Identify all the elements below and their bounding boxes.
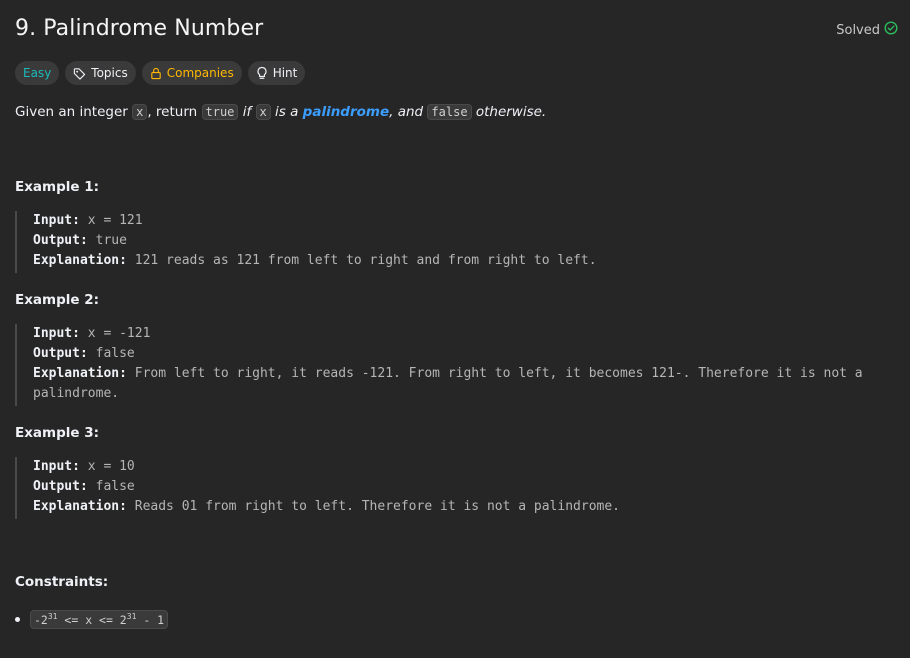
lock-icon bbox=[150, 67, 162, 80]
desc-text: Given an integer bbox=[15, 104, 133, 120]
bullet-icon bbox=[15, 616, 20, 622]
constraint-exponent: 31 bbox=[47, 612, 58, 621]
inline-code: false bbox=[427, 104, 472, 120]
inline-code: true bbox=[201, 104, 239, 120]
input-value: x = 121 bbox=[79, 213, 143, 228]
input-value: x = 10 bbox=[79, 459, 135, 474]
output-label: Output: bbox=[33, 346, 88, 361]
example-heading: Example 3: bbox=[15, 425, 100, 441]
problem-title: 9. Palindrome Number bbox=[15, 16, 264, 41]
hint-button[interactable]: Hint bbox=[247, 61, 306, 85]
hint-label: Hint bbox=[272, 66, 298, 80]
constraint-text: <= x <= 2 bbox=[57, 612, 127, 627]
constraint-text: -2 bbox=[34, 612, 48, 627]
desc-text: otherwise. bbox=[471, 104, 547, 120]
desc-text: , return bbox=[147, 104, 202, 120]
output-label: Output: bbox=[33, 233, 88, 248]
explanation-label: Explanation: bbox=[33, 253, 127, 268]
input-value: x = -121 bbox=[79, 326, 151, 341]
constraint-code: -231 <= x <= 231 - 1 bbox=[30, 610, 169, 629]
companies-label: Companies bbox=[166, 66, 234, 80]
lightbulb-icon bbox=[256, 66, 268, 80]
difficulty-badge: Easy bbox=[15, 61, 60, 85]
explanation-value: 121 reads as 121 from left to right and … bbox=[126, 253, 597, 268]
companies-button[interactable]: Companies bbox=[141, 61, 242, 85]
explanation-label: Explanation: bbox=[33, 366, 127, 381]
topics-button[interactable]: Topics bbox=[65, 61, 136, 85]
output-label: Output: bbox=[33, 479, 88, 494]
explanation-label: Explanation: bbox=[33, 499, 127, 514]
desc-text: is a bbox=[270, 104, 303, 120]
explanation-value: From left to right, it reads -121. From … bbox=[33, 366, 871, 401]
example-heading: Example 2: bbox=[15, 292, 100, 308]
input-label: Input: bbox=[33, 326, 80, 341]
example-block: Input: x = 10 Output: false Explanation:… bbox=[15, 457, 893, 519]
inline-code: x bbox=[255, 104, 271, 120]
input-label: Input: bbox=[33, 459, 80, 474]
explanation-value: Reads 01 from right to left. Therefore i… bbox=[126, 499, 621, 514]
solved-label: Solved bbox=[836, 22, 880, 38]
inline-code: x bbox=[132, 104, 148, 120]
solved-status: Solved bbox=[836, 21, 898, 39]
difficulty-label: Easy bbox=[23, 66, 52, 80]
tag-icon bbox=[73, 67, 86, 80]
problem-description: Given an integer x, return true if x is … bbox=[15, 102, 546, 122]
constraint-exponent: 31 bbox=[126, 612, 137, 621]
check-circle-icon bbox=[884, 21, 898, 39]
tag-bar: Easy Topics Companies Hint bbox=[15, 61, 306, 85]
desc-text: , and bbox=[389, 104, 428, 120]
example-heading: Example 1: bbox=[15, 179, 100, 195]
example-block: Input: x = 121 Output: true Explanation:… bbox=[15, 211, 893, 273]
output-value: true bbox=[87, 233, 127, 248]
example-block: Input: x = -121 Output: false Explanatio… bbox=[15, 324, 893, 406]
output-value: false bbox=[87, 346, 135, 361]
palindrome-link[interactable]: palindrome bbox=[303, 104, 389, 120]
desc-text: if bbox=[238, 104, 256, 120]
input-label: Input: bbox=[33, 213, 80, 228]
constraint-text: - 1 bbox=[136, 612, 165, 627]
constraint-item: -231 <= x <= 231 - 1 bbox=[15, 610, 169, 629]
topics-label: Topics bbox=[91, 66, 128, 80]
constraints-heading: Constraints: bbox=[15, 574, 109, 590]
output-value: false bbox=[87, 479, 135, 494]
